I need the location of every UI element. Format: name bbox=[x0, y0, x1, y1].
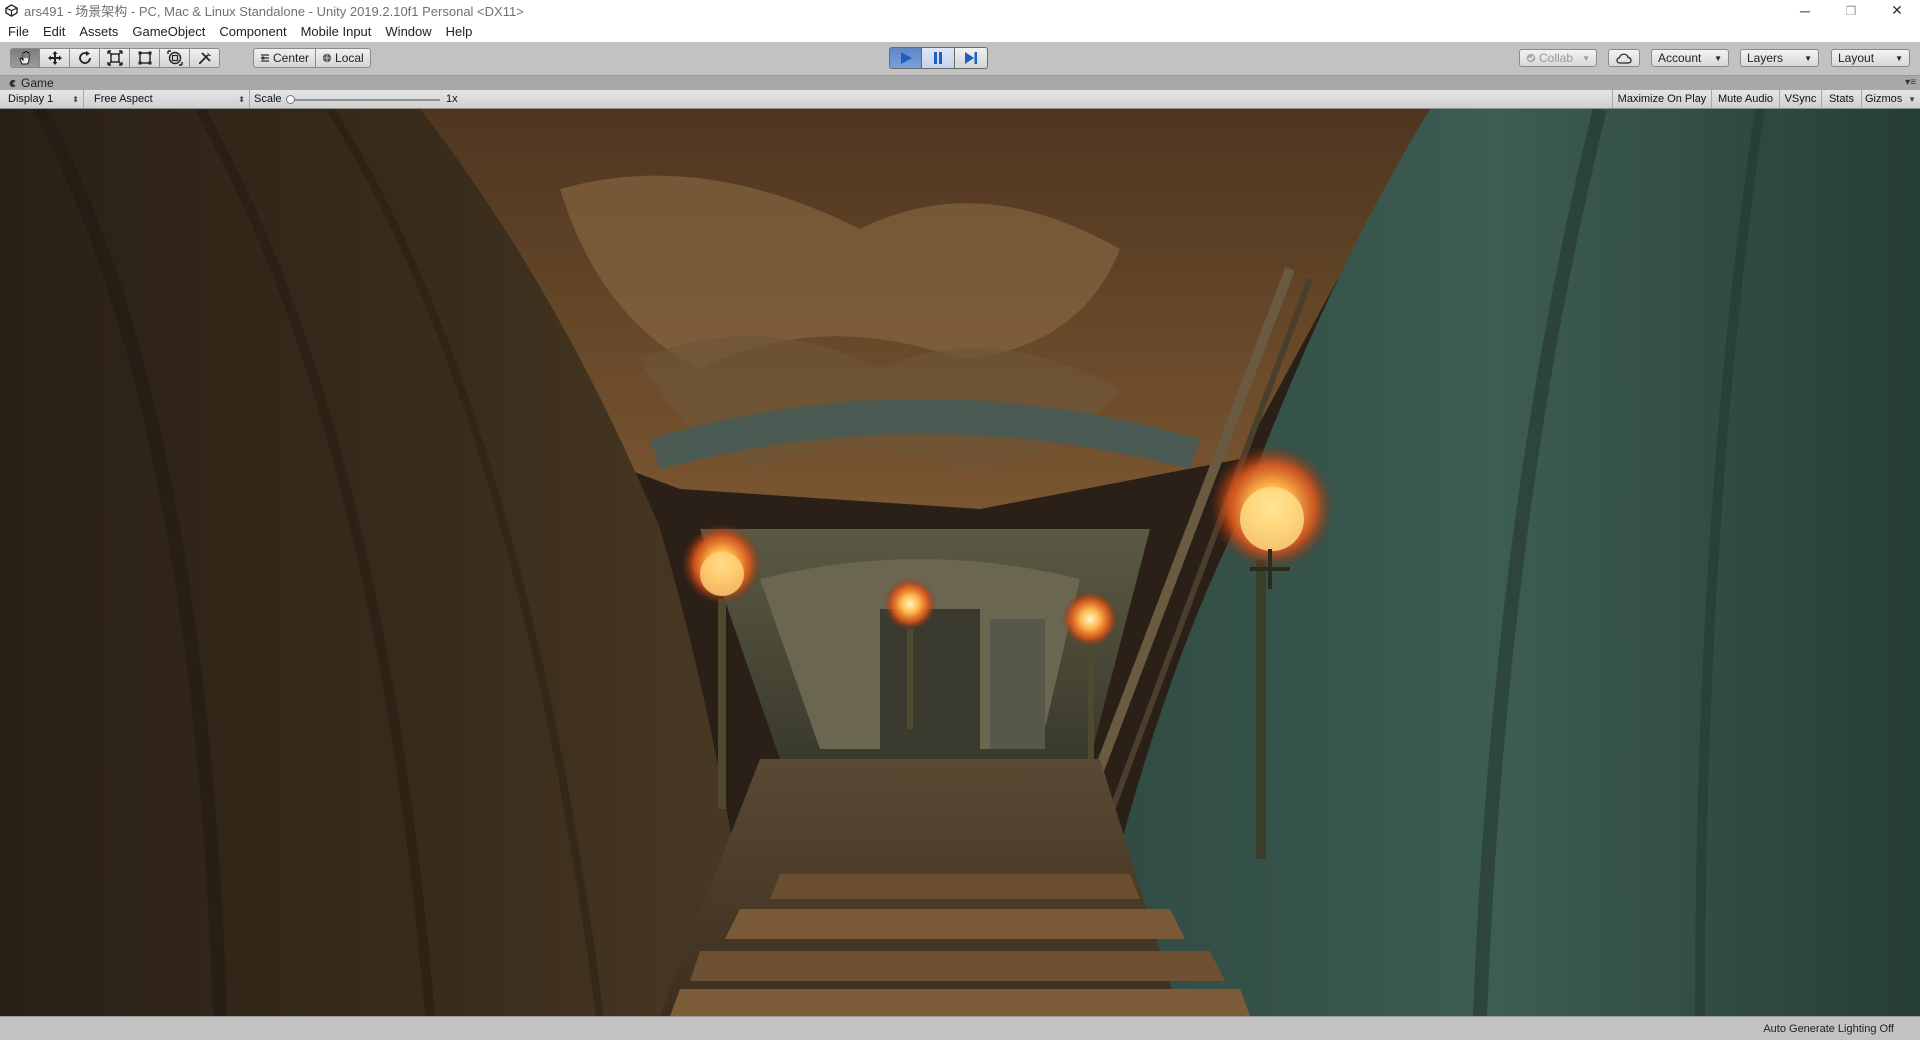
game-view-icon bbox=[9, 79, 16, 87]
unity-logo-icon bbox=[4, 4, 18, 18]
pause-icon bbox=[934, 52, 942, 64]
vsync-toggle[interactable]: VSync bbox=[1780, 90, 1822, 108]
cloud-button[interactable] bbox=[1608, 49, 1640, 67]
hand-tool-button[interactable] bbox=[10, 48, 40, 68]
scale-slider-handle[interactable] bbox=[286, 95, 295, 104]
restore-button[interactable]: ❐ bbox=[1828, 0, 1874, 21]
menu-help[interactable]: Help bbox=[439, 24, 480, 39]
scale-label: Scale bbox=[254, 93, 282, 105]
pivot-mode-label: Center bbox=[273, 51, 310, 65]
stats-toggle[interactable]: Stats bbox=[1822, 90, 1862, 108]
transform-tool-button[interactable] bbox=[160, 48, 190, 68]
account-caret-icon: ▼ bbox=[1714, 53, 1722, 63]
rect-icon bbox=[138, 51, 151, 65]
display-dropdown[interactable]: Display 1 ⬍ bbox=[0, 90, 84, 108]
menu-gameobject[interactable]: GameObject bbox=[125, 24, 212, 39]
pivot-rotation-button[interactable]: Local bbox=[316, 48, 371, 68]
mute-audio-toggle[interactable]: Mute Audio bbox=[1712, 90, 1780, 108]
main-toolbar: Center Local Collab ▼ Account ▼ Layers ▼ bbox=[0, 42, 1920, 76]
minimize-button[interactable]: ─ bbox=[1782, 0, 1828, 21]
play-controls bbox=[889, 47, 988, 69]
menu-file[interactable]: File bbox=[0, 24, 36, 39]
transform-icon bbox=[166, 50, 183, 66]
layout-caret-icon: ▼ bbox=[1895, 53, 1903, 63]
move-tool-button[interactable] bbox=[40, 48, 70, 68]
close-button[interactable]: ✕ bbox=[1874, 0, 1920, 21]
collab-caret-icon: ▼ bbox=[1582, 53, 1590, 63]
layers-label: Layers bbox=[1747, 51, 1784, 65]
pause-button[interactable] bbox=[922, 47, 955, 69]
collab-button[interactable]: Collab ▼ bbox=[1519, 49, 1597, 67]
vsync-label: VSync bbox=[1784, 93, 1817, 105]
custom-tool-button[interactable] bbox=[190, 48, 220, 68]
tab-bar: Game ▾≡ bbox=[0, 76, 1920, 90]
globe-icon bbox=[322, 53, 332, 63]
mute-audio-label: Mute Audio bbox=[1717, 93, 1774, 105]
stats-label: Stats bbox=[1828, 93, 1855, 105]
tab-game-label: Game bbox=[21, 76, 54, 90]
step-button[interactable] bbox=[955, 47, 988, 69]
transform-tools bbox=[10, 48, 220, 68]
custom-tool-icon bbox=[198, 52, 211, 64]
pivot-center-icon bbox=[261, 54, 269, 62]
maximize-on-play-label: Maximize On Play bbox=[1617, 93, 1707, 105]
layers-caret-icon: ▼ bbox=[1804, 53, 1812, 63]
pivot-mode-button[interactable]: Center bbox=[253, 48, 317, 68]
menu-component[interactable]: Component bbox=[212, 24, 293, 39]
gizmos-dropdown[interactable]: Gizmos ▼ bbox=[1862, 90, 1920, 108]
layout-label: Layout bbox=[1838, 51, 1875, 65]
move-icon bbox=[47, 51, 62, 65]
menu-window[interactable]: Window bbox=[378, 24, 438, 39]
display-label: Display 1 bbox=[8, 93, 54, 105]
aspect-caret-icon: ⬍ bbox=[238, 94, 245, 104]
scale-tool-button[interactable] bbox=[100, 48, 130, 68]
menu-edit[interactable]: Edit bbox=[36, 24, 72, 39]
aspect-label: Free Aspect bbox=[94, 93, 153, 105]
collab-label: Collab bbox=[1539, 51, 1574, 65]
window-title: ars491 - 场景架构 - PC, Mac & Linux Standalo… bbox=[24, 4, 524, 19]
check-icon bbox=[1526, 53, 1536, 63]
account-label: Account bbox=[1658, 51, 1702, 65]
game-view-toolbar: Display 1 ⬍ Free Aspect ⬍ Scale 1x Maxim… bbox=[0, 90, 1920, 109]
play-button[interactable] bbox=[889, 47, 922, 69]
menu-mobile-input[interactable]: Mobile Input bbox=[294, 24, 379, 39]
rotate-tool-button[interactable] bbox=[70, 48, 100, 68]
pivot-toggles: Center Local bbox=[253, 48, 371, 68]
maximize-on-play-toggle[interactable]: Maximize On Play bbox=[1612, 90, 1712, 108]
play-icon bbox=[900, 52, 912, 64]
step-icon bbox=[965, 52, 977, 64]
tab-game[interactable]: Game bbox=[0, 76, 62, 90]
tab-menu-icon[interactable]: ▾≡ bbox=[1905, 77, 1916, 88]
scale-control: Scale 1x bbox=[250, 90, 465, 108]
scale-value: 1x bbox=[446, 93, 458, 105]
display-caret-icon: ⬍ bbox=[72, 94, 79, 104]
gizmos-label: Gizmos bbox=[1865, 93, 1903, 105]
menu-assets[interactable]: Assets bbox=[72, 24, 125, 39]
lighting-status: Auto Generate Lighting Off bbox=[1763, 1023, 1894, 1035]
menu-bar: File Edit Assets GameObject Component Mo… bbox=[0, 21, 1920, 42]
layout-dropdown[interactable]: Layout ▼ bbox=[1831, 49, 1910, 67]
pivot-rotation-label: Local bbox=[335, 51, 364, 65]
scale-icon bbox=[106, 50, 123, 66]
account-dropdown[interactable]: Account ▼ bbox=[1651, 49, 1729, 67]
scale-slider-track[interactable] bbox=[290, 99, 440, 101]
gizmos-caret-icon: ▼ bbox=[1908, 94, 1916, 104]
window-title-bar: ars491 - 场景架构 - PC, Mac & Linux Standalo… bbox=[0, 0, 1920, 21]
layers-dropdown[interactable]: Layers ▼ bbox=[1740, 49, 1819, 67]
status-bar: Auto Generate Lighting Off bbox=[0, 1016, 1920, 1040]
rect-tool-button[interactable] bbox=[130, 48, 160, 68]
game-viewport[interactable] bbox=[0, 109, 1920, 1016]
hand-icon bbox=[19, 51, 30, 65]
rotate-icon bbox=[78, 51, 91, 64]
cave-scene-render bbox=[0, 109, 1920, 1016]
cloud-icon bbox=[1616, 53, 1632, 64]
aspect-dropdown[interactable]: Free Aspect ⬍ bbox=[84, 90, 250, 108]
